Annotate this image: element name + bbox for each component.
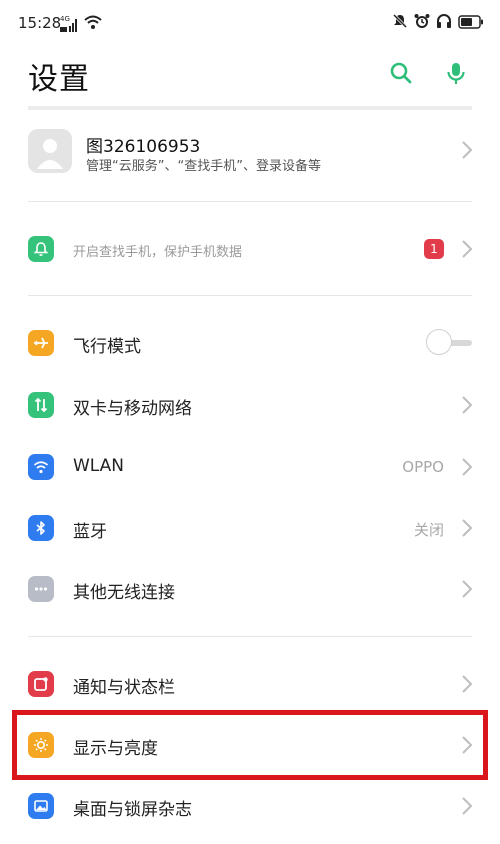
chevron-right-icon (462, 458, 473, 476)
network-type-label: 4G (60, 14, 70, 23)
setting-label: 桌面与锁屏杂志 (73, 800, 192, 820)
notification-badge: 1 (424, 239, 444, 259)
search-icon[interactable] (388, 60, 414, 86)
page-title: 设置 (28, 62, 90, 97)
more-connections-icon (28, 576, 54, 602)
setting-label: 通知与状态栏 (73, 678, 175, 698)
header-divider (28, 106, 472, 110)
account-row[interactable]: 图326106953 管理“云服务”、“查找手机”、登录设备等 (0, 118, 500, 188)
chevron-right-icon (462, 141, 473, 159)
setting-dual-sim[interactable]: 双卡与移动网络 (0, 375, 500, 437)
signal-icon: 4G (60, 14, 78, 32)
setting-other-wireless[interactable]: 其他无线连接 (0, 559, 500, 621)
status-time: 15:28 (18, 14, 62, 32)
notification-icon (28, 671, 54, 697)
setting-airplane-mode[interactable]: 飞行模式 (0, 313, 500, 375)
chevron-right-icon (462, 675, 473, 693)
headphone-icon (436, 13, 452, 33)
header: 设置 (0, 46, 500, 108)
divider (28, 636, 472, 637)
setting-label: 双卡与移动网络 (73, 399, 192, 419)
bell-icon (28, 236, 54, 262)
wifi-status-icon (84, 14, 102, 33)
avatar (28, 129, 72, 173)
chevron-right-icon (462, 519, 473, 537)
divider (28, 201, 472, 202)
chevron-right-icon (462, 580, 473, 598)
chevron-right-icon (462, 396, 473, 414)
setting-label: 其他无线连接 (73, 583, 175, 603)
battery-icon (458, 14, 484, 33)
chevron-right-icon (462, 240, 473, 258)
setting-value: 关闭 (413, 521, 444, 539)
find-phone-row[interactable]: 开启查找手机，保护手机数据 1 (0, 219, 500, 281)
setting-desktop-lockscreen[interactable]: 桌面与锁屏杂志 (0, 776, 500, 838)
alarm-icon (414, 13, 430, 33)
bluetooth-icon (28, 515, 54, 541)
dual-sim-icon (28, 392, 54, 418)
wallpaper-icon (28, 793, 54, 819)
status-bar: 15:28 4G (0, 0, 500, 46)
divider (28, 295, 472, 296)
setting-bluetooth[interactable]: 蓝牙 关闭 (0, 498, 500, 560)
mute-icon (392, 13, 408, 33)
setting-label: WLAN (73, 456, 125, 476)
setting-notifications[interactable]: 通知与状态栏 (0, 654, 500, 716)
airplane-icon (28, 330, 54, 356)
setting-value: OPPO (402, 458, 444, 476)
wifi-icon (28, 454, 54, 480)
highlight-box (12, 710, 488, 780)
airplane-mode-toggle[interactable] (426, 329, 472, 357)
chevron-right-icon (462, 797, 473, 815)
setting-label: 蓝牙 (73, 522, 107, 542)
account-name: 图326106953 (86, 137, 201, 157)
find-phone-label: 开启查找手机，保护手机数据 (73, 245, 243, 260)
voice-search-icon[interactable] (443, 60, 469, 86)
setting-label: 飞行模式 (73, 337, 141, 357)
setting-wlan[interactable]: WLAN OPPO (0, 437, 500, 499)
account-description: 管理“云服务”、“查找手机”、登录设备等 (86, 159, 321, 174)
